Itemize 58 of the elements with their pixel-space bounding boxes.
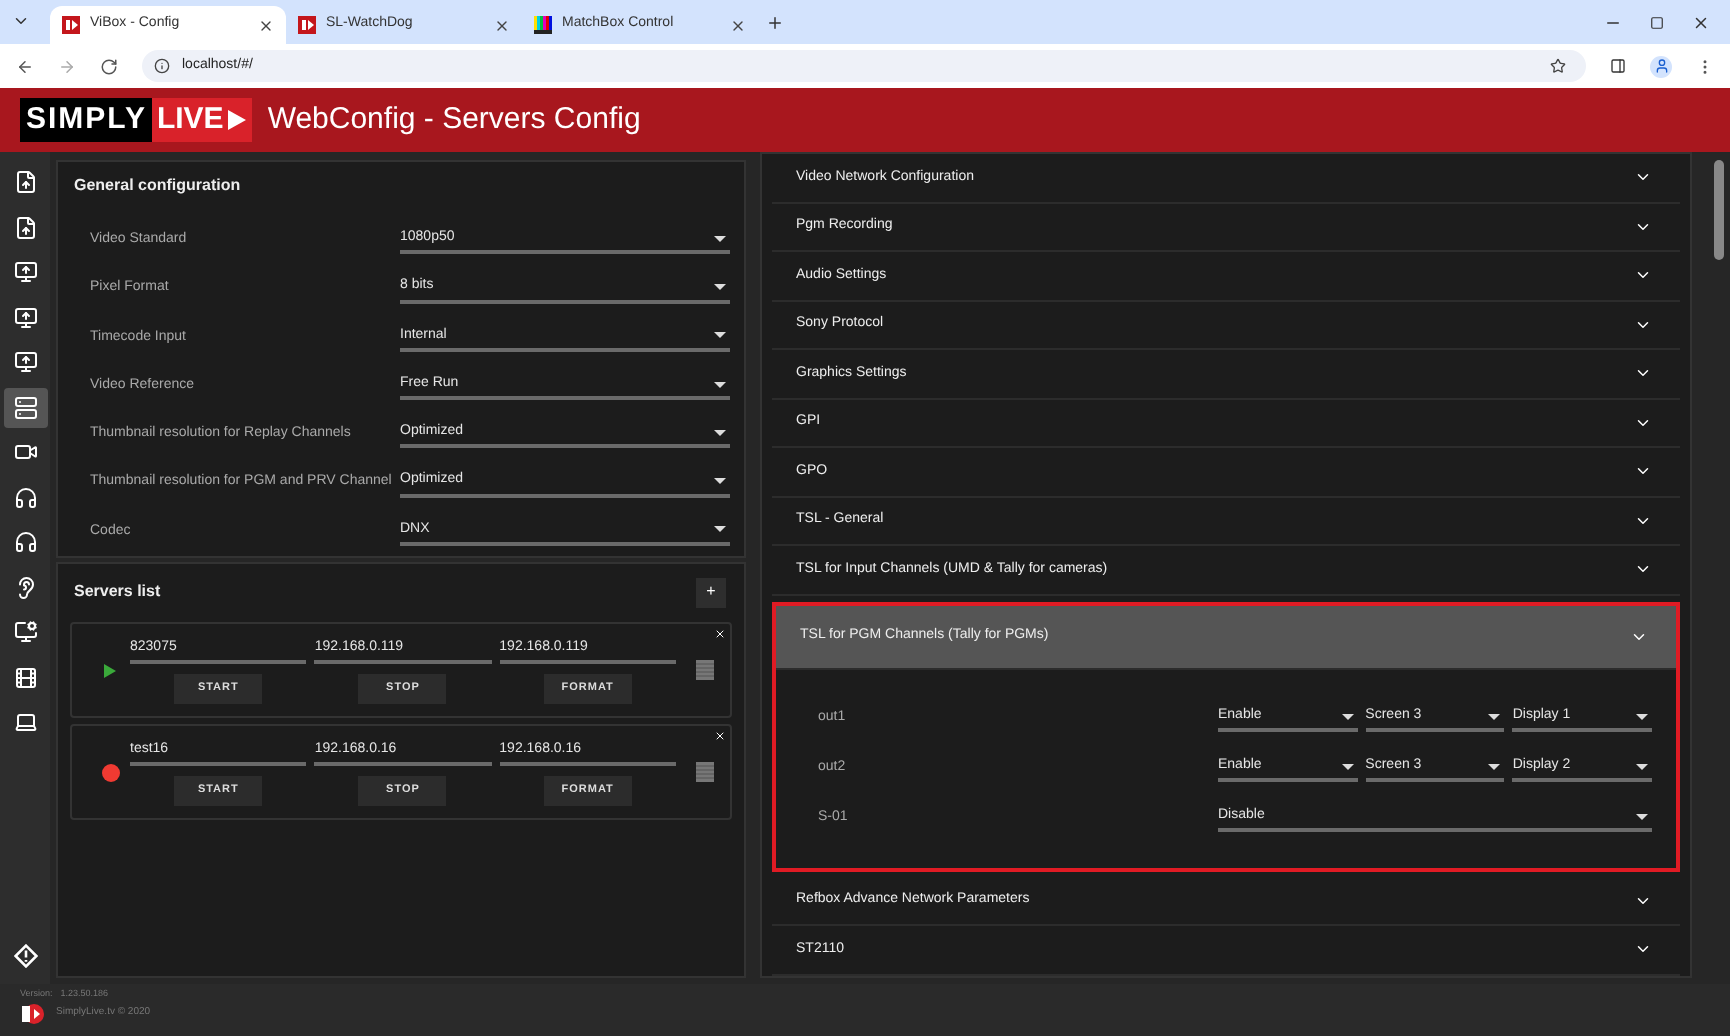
bookmark-star-icon[interactable] (1550, 58, 1566, 74)
alert-diamond-icon[interactable] (13, 944, 37, 968)
close-tab-icon[interactable] (258, 17, 274, 33)
reload-icon[interactable] (100, 57, 118, 75)
remove-icon[interactable] (714, 730, 726, 742)
monitor-settings-icon (13, 620, 37, 644)
color-bars-icon (534, 16, 552, 34)
caret-icon (714, 235, 726, 242)
grip-icon[interactable] (696, 660, 714, 680)
caret-icon (714, 332, 726, 339)
caret-icon (1636, 813, 1648, 819)
logo-icon (20, 1001, 44, 1026)
side-panel-icon[interactable] (1610, 58, 1626, 74)
headphones-icon (13, 530, 37, 554)
record-icon (101, 763, 119, 781)
logo-icon (298, 16, 316, 34)
caret-icon (1636, 713, 1649, 719)
laptop-icon (13, 710, 37, 734)
caret-icon (714, 478, 726, 485)
caret-icon (1488, 763, 1501, 769)
caret-icon (1636, 763, 1649, 769)
tab-list-icon[interactable] (12, 12, 30, 30)
scrollbar-thumb[interactable] (1713, 160, 1723, 260)
panel-title: General configuration (74, 174, 243, 198)
caret-icon (714, 381, 726, 388)
stacked-list-icon (13, 395, 37, 419)
logo-icon (62, 16, 80, 34)
sidebar-item[interactable] (3, 387, 47, 427)
back-icon[interactable] (16, 57, 34, 75)
page-title: WebConfig - Servers Config (267, 99, 641, 140)
new-tab-icon[interactable] (766, 14, 784, 32)
profile-icon[interactable] (1650, 55, 1672, 77)
add-server-button[interactable]: + (696, 577, 726, 607)
upload-file-icon (13, 170, 37, 194)
monitor-icon (13, 350, 37, 374)
monitor-icon (13, 260, 37, 284)
headphones-icon (13, 485, 37, 509)
video-camera-icon (13, 440, 37, 464)
caret-icon (714, 284, 726, 290)
caret-icon (1341, 713, 1354, 719)
caret-icon (714, 429, 726, 436)
remove-icon[interactable] (714, 628, 726, 640)
upload-file-icon (13, 215, 37, 239)
monitor-icon (13, 305, 37, 329)
play-icon (104, 663, 116, 677)
caret-icon (1341, 763, 1354, 769)
ear-icon (13, 575, 37, 599)
film-icon (13, 665, 37, 689)
maximize-icon[interactable] (1650, 16, 1664, 30)
grip-icon[interactable] (696, 762, 714, 782)
close-icon[interactable] (1692, 14, 1710, 32)
info-icon[interactable] (154, 58, 170, 74)
caret-icon (1488, 713, 1501, 719)
caret-icon (714, 526, 726, 533)
close-tab-icon[interactable] (494, 17, 510, 33)
panel-title: Servers list (74, 580, 163, 604)
logo: SIMPLY LIVE (20, 98, 252, 142)
close-tab-icon[interactable] (730, 17, 746, 33)
